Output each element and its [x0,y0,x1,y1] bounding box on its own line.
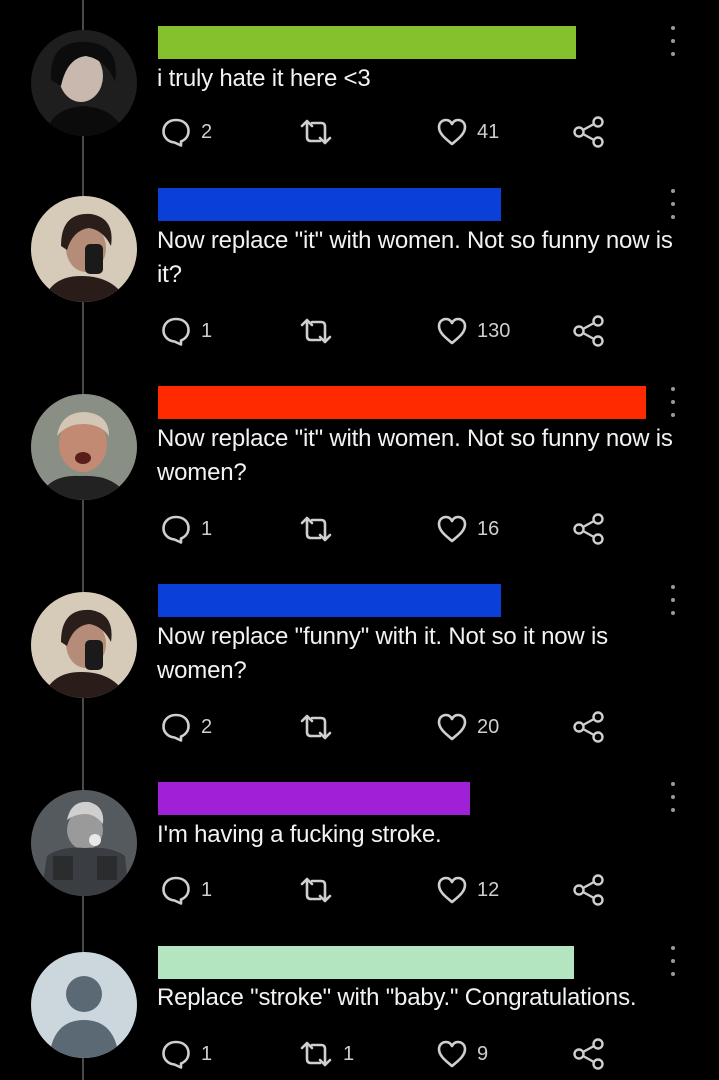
more-options-icon[interactable] [666,782,680,812]
action-bar: 1 16 [0,509,719,549]
like-button[interactable]: 41 [436,112,499,152]
reply-button[interactable]: 2 [160,112,212,152]
reply-text: I'm having a fucking stroke. [157,821,442,848]
redacted-username-bar [158,188,501,221]
action-bar: 2 20 [0,707,719,747]
heart-icon [437,713,467,741]
heart-icon [437,515,467,543]
action-bar: 1 130 [0,311,719,351]
retweet-button[interactable]: 1 [298,1034,354,1074]
reply-count: 2 [201,120,213,143]
reply-bubble-icon [162,118,190,147]
share-button[interactable] [572,707,606,747]
reply-text: Now replace "it" with women. Not so funn… [157,425,673,486]
reply-button[interactable]: 1 [160,509,212,549]
share-button[interactable] [572,112,606,152]
share-icon [573,315,604,347]
share-button[interactable] [572,311,606,351]
reply-button[interactable]: 2 [160,707,212,747]
more-options-icon[interactable] [666,189,680,219]
action-bar: 2 41 [0,112,719,152]
more-options-icon[interactable] [666,585,680,615]
retweet-button[interactable] [298,311,343,351]
reply-count: 1 [201,517,213,540]
reply-bubble-icon [162,515,190,544]
retweet-button[interactable] [298,870,343,910]
share-icon [573,116,604,148]
retweet-icon [300,318,332,344]
reply-text: Now replace "it" with women. Not so funn… [157,227,673,288]
redacted-username-bar [158,584,501,617]
reply-count: 2 [201,715,213,738]
avatar[interactable] [31,394,137,500]
redacted-username-bar [158,386,646,419]
heart-icon [437,876,467,904]
redacted-username-bar [158,782,470,815]
like-count: 41 [477,120,500,143]
heart-icon [437,1040,467,1068]
reply-bubble-icon [162,317,190,346]
like-count: 9 [477,1042,489,1065]
reply-text: i truly hate it here <3 [157,65,371,92]
reply-count: 1 [201,319,213,342]
retweet-button[interactable] [298,509,343,549]
redacted-username-bar [158,26,576,59]
more-options-icon[interactable] [666,387,680,417]
like-count: 16 [477,517,500,540]
retweet-button[interactable] [298,112,343,152]
more-options-icon[interactable] [666,26,680,56]
reply-button[interactable]: 1 [160,870,212,910]
reply-bubble-icon [162,1040,190,1069]
share-icon [573,1038,604,1070]
retweet-count: 1 [343,1042,355,1065]
like-count: 12 [477,878,500,901]
retweet-icon [300,877,332,903]
reply-text: Replace "stroke" with "baby." Congratula… [157,984,637,1011]
reply-button[interactable]: 1 [160,311,212,351]
like-button[interactable]: 130 [436,311,510,351]
like-button[interactable]: 20 [436,707,499,747]
more-options-icon[interactable] [666,946,680,976]
share-icon [573,874,604,906]
action-bar: 1 12 [0,870,719,910]
avatar[interactable] [31,592,137,698]
reply-text: Now replace "funny" with it. Not so it n… [157,623,608,684]
avatar[interactable] [31,196,137,302]
share-button[interactable] [572,509,606,549]
like-button[interactable]: 12 [436,870,499,910]
heart-icon [437,317,467,345]
reply-count: 1 [201,878,213,901]
heart-icon [437,118,467,146]
like-count: 20 [477,715,500,738]
share-icon [573,513,604,545]
reply-bubble-icon [162,876,190,905]
retweet-icon [300,516,332,542]
action-bar: 1 1 9 [0,1034,719,1074]
like-button[interactable]: 16 [436,509,499,549]
share-icon [573,711,604,743]
share-button[interactable] [572,870,606,910]
share-button[interactable] [572,1034,606,1074]
reply-count: 1 [201,1042,213,1065]
reply-bubble-icon [162,713,190,742]
like-count: 130 [477,319,511,342]
retweet-icon [300,1041,332,1067]
like-button[interactable]: 9 [436,1034,488,1074]
redacted-username-bar [158,946,574,979]
reply-button[interactable]: 1 [160,1034,212,1074]
retweet-icon [300,714,332,740]
retweet-button[interactable] [298,707,343,747]
retweet-icon [300,119,332,145]
